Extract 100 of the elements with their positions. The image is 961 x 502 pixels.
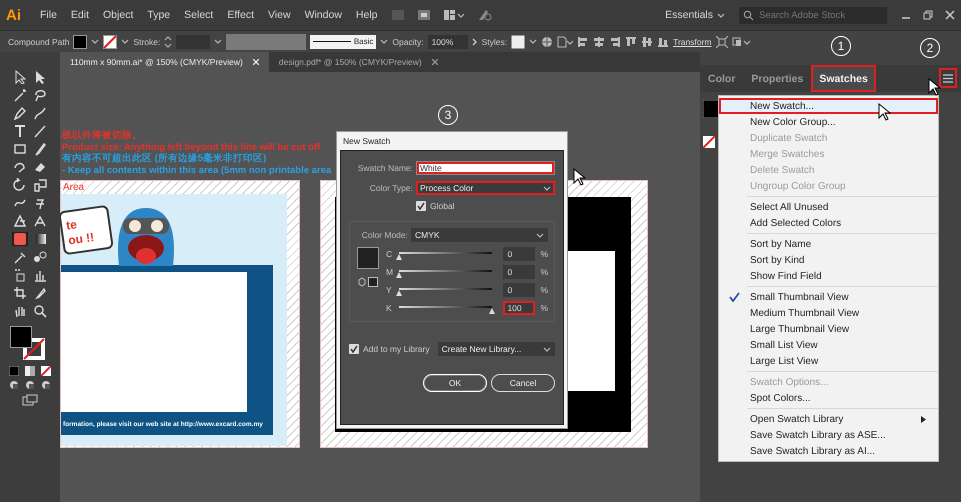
checkbox[interactable] — [416, 201, 426, 211]
restore-icon[interactable] — [923, 10, 933, 20]
menu-item[interactable]: Sort by Name — [719, 236, 938, 252]
slider-thumb[interactable] — [396, 290, 402, 296]
menu-item[interactable]: Select All Unused — [719, 199, 938, 215]
menu-item[interactable]: Medium Thumbnail View — [719, 305, 938, 321]
chevron-icon[interactable] — [472, 38, 478, 46]
align-icon[interactable] — [577, 36, 590, 48]
menu-item[interactable]: Small List View — [719, 337, 938, 353]
checkbox-row[interactable]: Global — [416, 201, 555, 211]
menu-item[interactable]: Large List View — [719, 353, 938, 369]
menu-item[interactable]: Add Selected Colors — [719, 215, 938, 231]
stroke-none-swatch[interactable] — [23, 338, 45, 360]
menu-item[interactable]: Window — [298, 9, 349, 21]
gradient-icon[interactable] — [34, 232, 48, 246]
artboard-icon[interactable] — [13, 286, 27, 300]
menu-item[interactable]: New Swatch... — [719, 98, 938, 114]
caret-icon[interactable] — [380, 38, 388, 45]
menu-item[interactable]: Show Find Field — [719, 268, 938, 284]
checkbox-row[interactable]: Add to my Library — [349, 344, 430, 354]
slice-icon[interactable] — [33, 286, 47, 300]
color-type-dropdown[interactable]: Process Color — [416, 181, 555, 195]
caret-icon[interactable] — [529, 38, 538, 45]
menu-item[interactable]: Edit — [64, 9, 96, 21]
menu-item[interactable]: Spot Colors... — [719, 390, 938, 406]
opacity-field[interactable]: 100% — [428, 34, 468, 48]
rotate-icon[interactable] — [13, 178, 27, 192]
menu-item[interactable]: Large Thumbnail View — [719, 321, 938, 337]
screen-mode-icon[interactable] — [22, 394, 38, 406]
stepper-icon[interactable] — [164, 36, 172, 48]
draw-inside-icon[interactable] — [41, 380, 51, 390]
gamut-cube-icon[interactable] — [357, 277, 379, 287]
fill-color-swatch[interactable] — [10, 326, 32, 348]
slider-thumb[interactable] — [396, 272, 402, 278]
shaper-icon[interactable] — [13, 160, 27, 174]
direct-selection-icon[interactable] — [33, 70, 47, 84]
align-icon[interactable] — [657, 36, 670, 48]
channel-value-field[interactable]: 100 — [503, 301, 536, 315]
caret-icon[interactable] — [121, 38, 130, 45]
align-icon[interactable] — [641, 36, 654, 48]
channel-value-field[interactable]: 0 — [503, 247, 536, 261]
graph-icon[interactable] — [33, 268, 47, 282]
align-icon[interactable] — [593, 36, 606, 48]
cancel-button[interactable]: Cancel — [491, 374, 555, 392]
pen-icon[interactable] — [13, 106, 27, 120]
type-tool-icon[interactable] — [13, 124, 27, 138]
transform-link[interactable]: Transform — [673, 36, 712, 46]
draw-behind-icon[interactable] — [25, 380, 35, 390]
line-tool-icon[interactable] — [33, 124, 47, 138]
menu-item[interactable]: New Color Group... — [719, 114, 938, 130]
panel-tab[interactable]: Color — [700, 65, 744, 92]
menu-item[interactable]: Type — [140, 9, 178, 21]
eraser-icon[interactable] — [33, 160, 47, 174]
slider-thumb[interactable] — [488, 308, 495, 314]
stroke-none-swatch[interactable] — [103, 34, 118, 48]
menu-item[interactable]: Save Swatch Library as AI... — [719, 443, 938, 459]
menu-item[interactable]: Sort by Kind — [719, 252, 938, 268]
menu-item[interactable]: Object — [96, 9, 140, 21]
paintbrush-icon[interactable] — [33, 142, 47, 156]
align-icon[interactable] — [625, 36, 638, 48]
menu-item[interactable]: Open Swatch Library — [719, 411, 938, 427]
panel-tab[interactable]: Properties — [743, 65, 812, 92]
document-tab[interactable]: 110mm x 90mm.ai* @ 150% (CMYK/Preview) — [60, 52, 269, 72]
ok-button[interactable]: OK — [423, 374, 487, 392]
close-icon[interactable] — [432, 59, 438, 65]
magic-wand-icon[interactable] — [13, 88, 27, 102]
swatch-name-field[interactable]: White — [416, 161, 555, 175]
menu-item[interactable]: File — [33, 9, 64, 21]
menu-item[interactable]: Help — [348, 9, 385, 21]
menu-item[interactable]: View — [260, 9, 298, 21]
fill-swatch[interactable] — [73, 34, 88, 48]
panel-menu-button[interactable] — [939, 68, 957, 88]
scale-icon[interactable] — [33, 178, 47, 192]
align-icon[interactable] — [609, 36, 622, 48]
slider-thumb[interactable] — [396, 254, 402, 260]
color-mode-dropdown[interactable]: CMYK — [411, 228, 548, 242]
document-icon[interactable] — [557, 36, 574, 48]
globe-icon[interactable] — [541, 36, 554, 48]
menu-item[interactable]: Effect — [220, 9, 261, 21]
arrange-icon[interactable] — [732, 36, 752, 48]
panel-tab[interactable]: Swatches — [811, 65, 876, 92]
draw-normal-icon[interactable] — [9, 380, 19, 390]
caret-icon[interactable] — [91, 38, 100, 45]
none-swatch[interactable] — [703, 136, 715, 148]
brush-dropdown[interactable]: Basic — [310, 34, 376, 48]
menu-item[interactable]: Save Swatch Library as ASE... — [719, 427, 938, 443]
close-icon[interactable] — [945, 10, 955, 20]
layout-icon[interactable] — [442, 9, 465, 21]
caret-icon[interactable] — [214, 38, 222, 45]
blend-icon[interactable] — [33, 250, 47, 264]
selection-arrow-icon[interactable] — [13, 70, 27, 84]
none-mode-icon[interactable] — [41, 366, 51, 376]
lasso-icon[interactable] — [33, 88, 47, 102]
rectangle-tool-icon[interactable] — [13, 142, 27, 156]
eyedropper-icon[interactable] — [13, 250, 27, 264]
menu-item[interactable]: Select — [177, 9, 220, 21]
library-dropdown[interactable]: Create New Library... — [438, 342, 555, 356]
hand-icon[interactable] — [13, 304, 27, 318]
channel-value-field[interactable]: 0 — [503, 283, 536, 297]
search-field[interactable]: Search Adobe Stock — [739, 6, 887, 24]
